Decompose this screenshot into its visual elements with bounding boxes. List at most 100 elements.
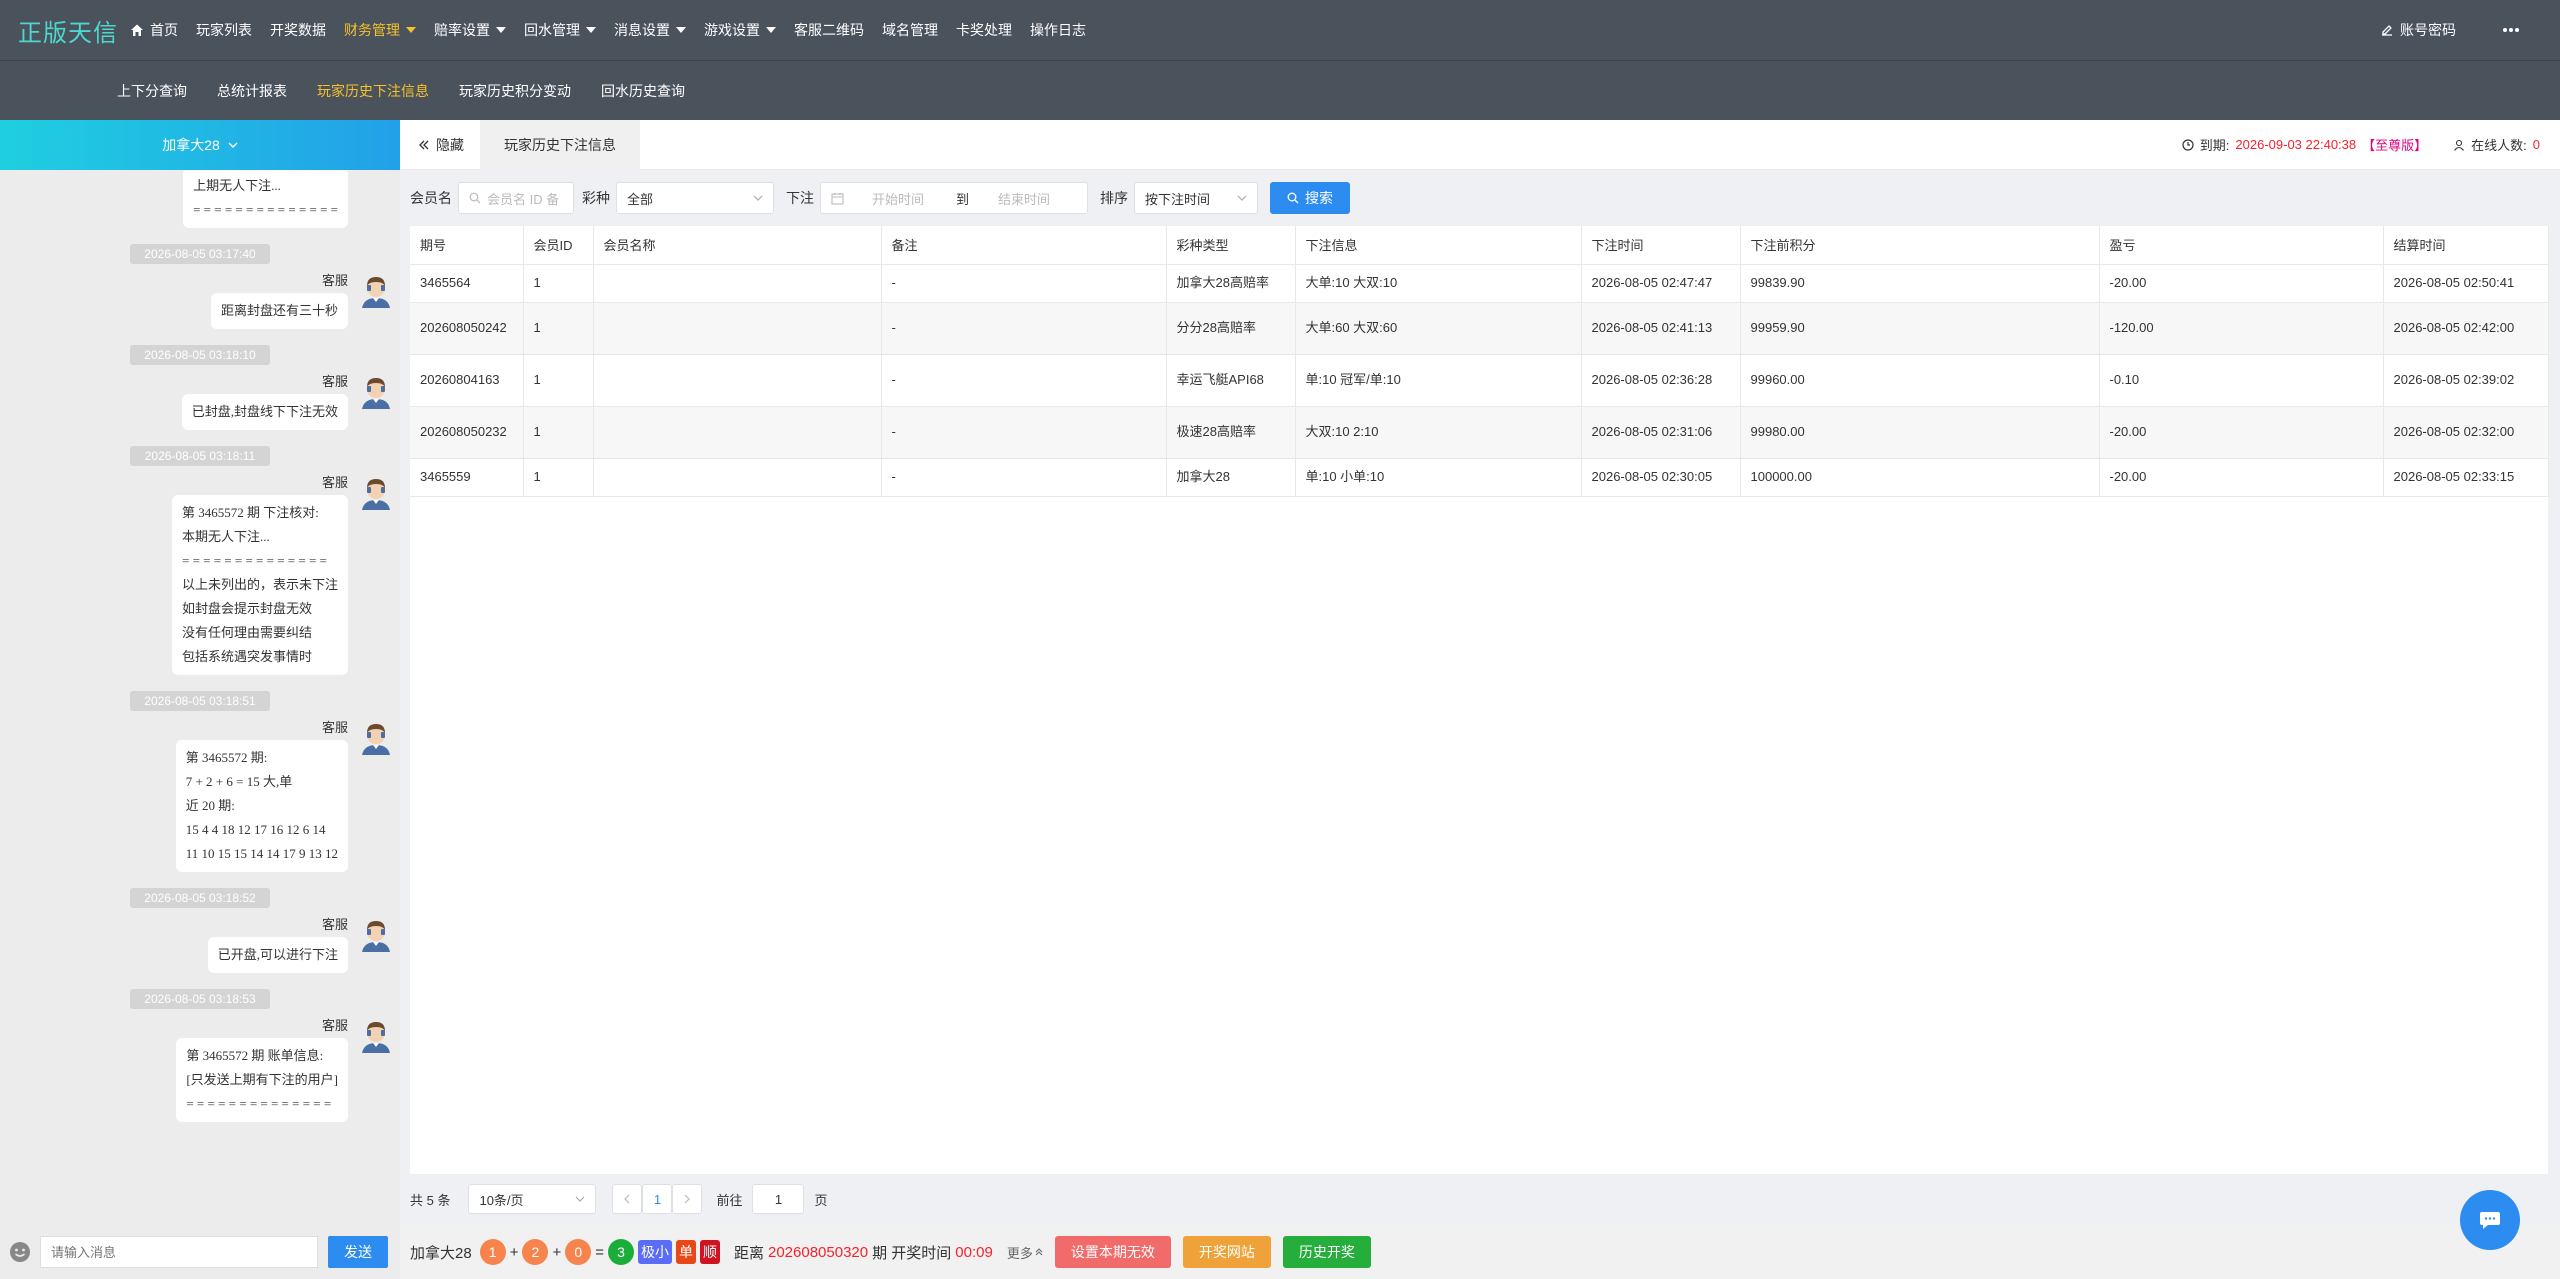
table-cell — [593, 354, 882, 407]
nav-item-10[interactable]: 卡奖处理 — [956, 20, 1012, 40]
subnav-item-2[interactable]: 玩家历史下注信息 — [317, 81, 429, 101]
table-row[interactable]: 202608050242 1- 分分28高赔率 大单:60 大双:60 2026-08-… — [410, 302, 2549, 355]
column-header[interactable]: 期号 — [410, 226, 524, 265]
draw-history-button[interactable]: 历史开奖 — [1282, 1236, 1371, 1268]
nav-label: 回水管理 — [524, 22, 580, 38]
subnav-item-3[interactable]: 玩家历史积分变动 — [459, 81, 571, 101]
table-row[interactable]: 3465564 1- 加拿大28高赔率 大单:10 大双:10 2026-08-05 0… — [410, 264, 2549, 303]
chevron-down-icon — [228, 142, 238, 148]
table-cell: 1 — [523, 264, 594, 303]
tab-player-bet-history[interactable]: 玩家历史下注信息 — [480, 119, 640, 170]
column-header[interactable]: 会员名称 — [593, 226, 882, 265]
table-cell: 2026-08-05 02:42:00 — [2383, 302, 2549, 355]
sort-select[interactable]: 按下注时间 — [1134, 182, 1258, 214]
next-page-button[interactable] — [672, 1184, 703, 1214]
more-icon[interactable] — [2502, 27, 2520, 33]
agent-avatar-icon — [362, 378, 390, 409]
column-header[interactable]: 下注时间 — [1581, 226, 1741, 265]
chat-message-input[interactable] — [40, 1236, 318, 1268]
column-header[interactable]: 备注 — [881, 226, 1167, 265]
nav-label: 域名管理 — [882, 22, 938, 38]
table-cell: 2026-08-05 02:50:41 — [2383, 264, 2549, 303]
nav-item-0[interactable]: 首页 — [130, 20, 178, 40]
nav-item-8[interactable]: 客服二维码 — [794, 20, 864, 40]
chat-messages[interactable]: 上期无人下注... = = = = = = = = = = = = = = 202… — [0, 170, 400, 1225]
subnav-item-0[interactable]: 上下分查询 — [117, 81, 187, 101]
hide-sidebar-button[interactable]: 隐藏 — [400, 120, 480, 170]
message-timestamp: 2026-08-05 03:17:40 — [130, 244, 270, 264]
nav-item-4[interactable]: 赔率设置 — [434, 20, 506, 40]
message-timestamp: 2026-08-05 03:18:10 — [130, 345, 270, 365]
page-label: 页 — [814, 1192, 828, 1208]
table-cell: 单:10 冠军/单:10 — [1295, 354, 1582, 407]
nav-item-1[interactable]: 玩家列表 — [196, 20, 252, 40]
goto-page-input[interactable]: 1 — [752, 1184, 805, 1214]
nav-item-6[interactable]: 消息设置 — [614, 20, 686, 40]
table-row[interactable]: 3465559 1 - 加拿大28 单:10 小单:10 2026-08-05 02:30… — [410, 458, 2549, 497]
page-size-select[interactable]: 10条/页 — [468, 1184, 597, 1214]
start-time-placeholder[interactable]: 开始时间 — [872, 189, 952, 208]
chevron-down-icon — [576, 1196, 585, 1202]
message-bubble: 第 3465572 期: 7 + 2 + 6 = 15 大,单 近 20 期: … — [175, 740, 348, 872]
agent-avatar-icon — [362, 724, 390, 755]
table-row[interactable]: 202608050232 1- 极速28高赔率 大双:10 2:10 2026-08-0… — [410, 406, 2549, 459]
set-period-invalid-button[interactable]: 设置本期无效 — [1054, 1236, 1171, 1268]
subnav-item-1[interactable]: 总统计报表 — [217, 81, 287, 101]
draw-site-button[interactable]: 开奖网站 — [1182, 1236, 1271, 1268]
nav-item-7[interactable]: 游戏设置 — [704, 20, 776, 40]
draw-ball-1: 1 — [479, 1239, 506, 1265]
column-header[interactable]: 下注信息 — [1295, 226, 1582, 265]
message-bubble: 距离封盘还有三十秒 — [210, 293, 348, 329]
chat-message: 客服 已封盘,封盘线下下注无效 — [0, 371, 400, 430]
hide-label: 隐藏 — [436, 136, 464, 153]
column-header[interactable]: 彩种类型 — [1166, 226, 1296, 265]
chat-fab-button[interactable] — [2460, 1190, 2520, 1250]
table-cell: 2026-08-05 02:47:47 — [1581, 264, 1741, 303]
column-header[interactable]: 会员ID — [523, 226, 594, 265]
message-timestamp: 2026-08-05 03:18:53 — [130, 989, 270, 1009]
subnav-item-4[interactable]: 回水历史查询 — [601, 81, 685, 101]
column-header[interactable]: 盈亏 — [2099, 226, 2384, 265]
account-password-link[interactable]: 账号密码 — [2380, 20, 2456, 40]
nav-item-3[interactable]: 财务管理 — [344, 20, 416, 40]
plus-sign: + — [552, 1243, 562, 1261]
draw-sum: 3 — [607, 1239, 634, 1265]
nav-item-9[interactable]: 域名管理 — [882, 20, 938, 40]
top-nav-bar: 正版天信 首页 玩家列表 开奖数据 财务管理 赔率设置 回水管理 消息设置 游戏设置 客服二维码… — [0, 0, 2560, 60]
chat-panel: 加拿大28 上期无人下注... = = = = = = = = = = = = … — [0, 120, 400, 1279]
end-time-placeholder[interactable]: 结束时间 — [998, 189, 1050, 208]
table-cell: 3465559 — [410, 458, 524, 497]
nav-label: 财务管理 — [344, 22, 400, 38]
search-button[interactable]: 搜索 — [1270, 182, 1350, 214]
column-header[interactable]: 下注前积分 — [1740, 226, 2100, 265]
nav-label: 操作日志 — [1030, 22, 1086, 38]
table-cell: 2026-08-05 02:30:05 — [1581, 458, 1741, 497]
chat-message: 上期无人下注... = = = = = = = = = = = = = = — [0, 170, 400, 228]
lottery-select[interactable]: 全部 — [616, 182, 774, 214]
table-body: 3465564 1- 加拿大28高赔率 大单:10 大双:10 2026-08-05 0… — [410, 264, 2549, 497]
double-chevron-left-icon — [419, 140, 429, 149]
online-count: 0 — [2532, 137, 2540, 152]
prev-page-button[interactable] — [612, 1184, 643, 1214]
bet-date-range[interactable]: 开始时间 到 结束时间 — [820, 182, 1088, 214]
page-number-1[interactable]: 1 — [642, 1184, 673, 1214]
table-cell: 分分28高赔率 — [1166, 302, 1296, 355]
table-cell: - — [881, 406, 1167, 459]
nav-item-5[interactable]: 回水管理 — [524, 20, 596, 40]
table-cell: -20.00 — [2099, 406, 2384, 459]
table-row[interactable]: 20260804163 1- 幸运飞艇API68 单:10 冠军/单:10 2026-0… — [410, 354, 2549, 407]
nav-item-11[interactable]: 操作日志 — [1030, 20, 1086, 40]
column-header[interactable]: 结算时间 — [2383, 226, 2549, 265]
sub-nav-bar: 上下分查询 总统计报表 玩家历史下注信息 玩家历史积分变动 回水历史查询 — [0, 60, 2560, 120]
table-cell: 大单:10 大双:10 — [1295, 264, 1582, 303]
table-cell — [593, 302, 882, 355]
message-sender: 客服 — [321, 720, 348, 735]
chat-header[interactable]: 加拿大28 — [0, 120, 400, 170]
emoji-icon[interactable] — [8, 1240, 32, 1264]
send-button[interactable]: 发送 — [328, 1236, 388, 1268]
chat-message: 客服第 3465572 期 账单信息: [只发送上期有下注的用户] = = = … — [0, 1015, 400, 1122]
more-toggle[interactable]: 更多 — [1007, 1243, 1043, 1262]
nav-item-2[interactable]: 开奖数据 — [270, 20, 326, 40]
member-search-input[interactable]: 会员名 ID 备 — [458, 182, 574, 214]
edit-icon — [2382, 25, 2392, 36]
